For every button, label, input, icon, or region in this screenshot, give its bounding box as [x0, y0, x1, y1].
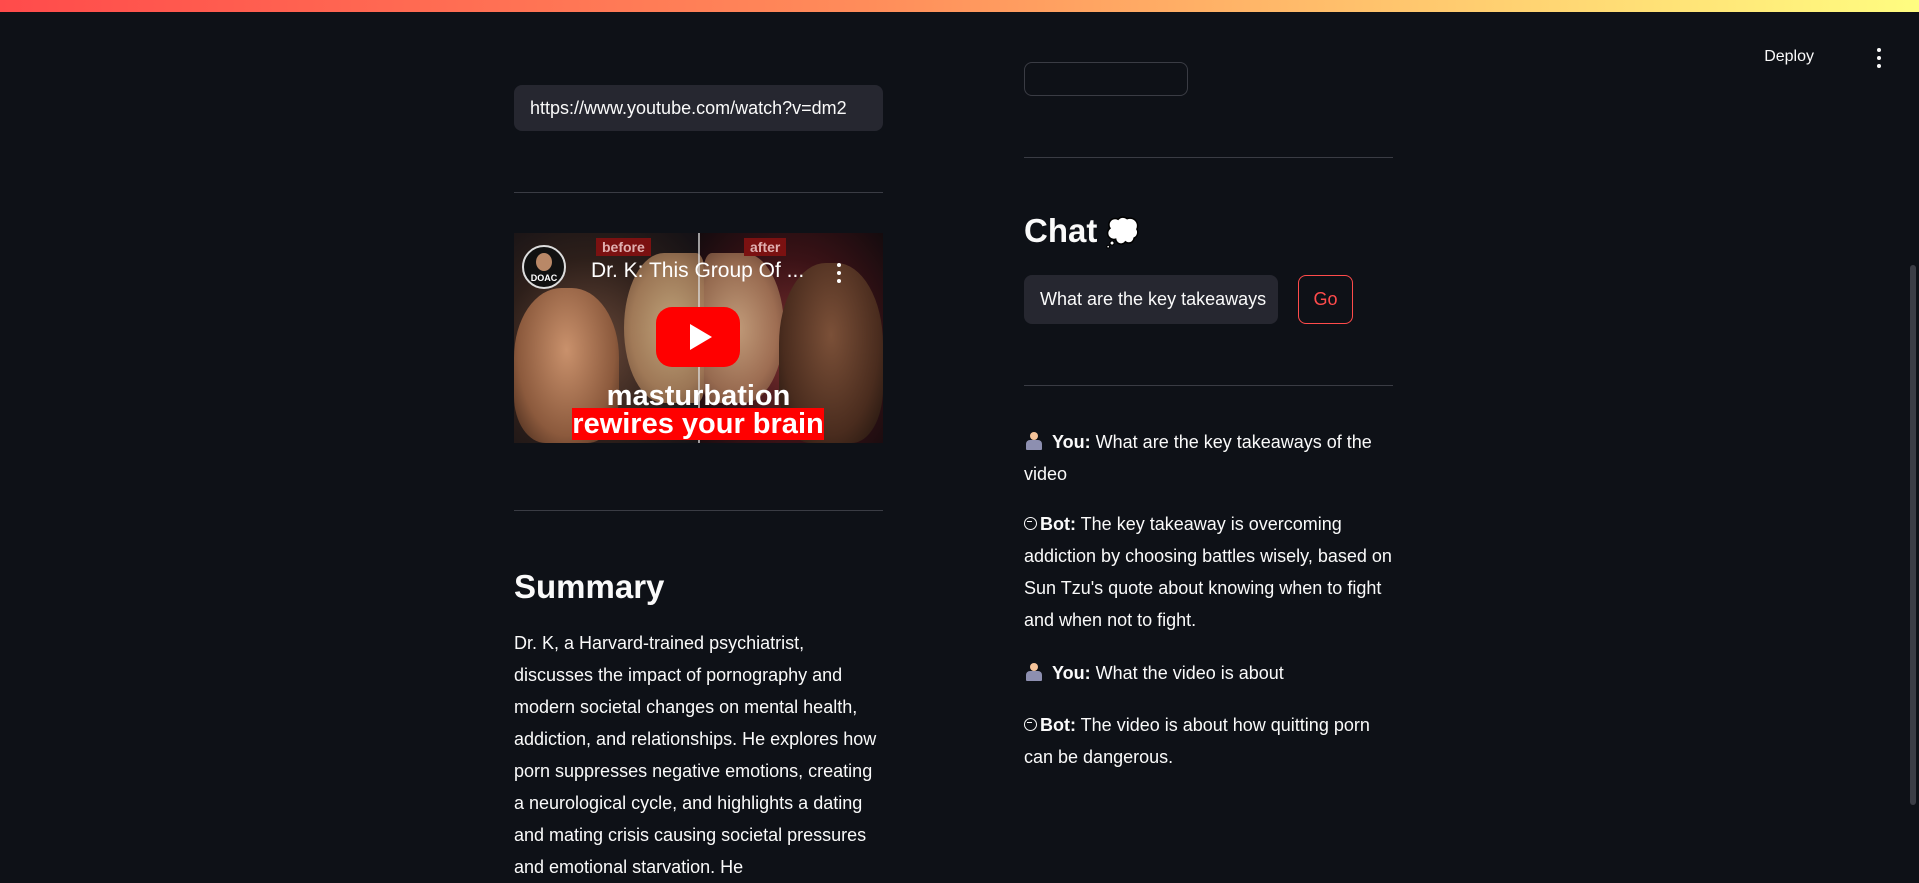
message-text: The key takeaway is overcoming addiction… [1024, 514, 1392, 630]
bot-face-icon [1024, 517, 1037, 530]
chat-title: Chat [1024, 212, 1098, 249]
divider [514, 510, 883, 511]
app-header: Deploy [0, 12, 1919, 82]
user-avatar-icon [1024, 432, 1044, 450]
channel-label: DOAC [530, 273, 558, 283]
chat-heading: Chat 💭 [1024, 212, 1140, 250]
bot-face-icon [1024, 718, 1037, 731]
thumbnail-caption-line2: rewires your brain [572, 408, 824, 440]
youtube-url-input[interactable]: https://www.youtube.com/watch?v=dm2 [514, 85, 883, 131]
play-button-icon[interactable] [656, 307, 740, 367]
speaker-label: Bot: [1040, 514, 1076, 534]
chat-message-user: You: What are the key takeaways of the v… [1024, 426, 1394, 490]
play-triangle-icon [690, 324, 712, 350]
divider [1024, 385, 1393, 386]
youtube-video-embed[interactable]: before after DOAC Dr. K: This Group Of .… [514, 233, 883, 443]
chat-message-bot: Bot: The key takeaway is overcoming addi… [1024, 508, 1394, 636]
message-text: The video is about how quitting porn can… [1024, 715, 1370, 767]
chat-message-bot: Bot: The video is about how quitting por… [1024, 709, 1394, 773]
chat-message-user: You: What the video is about [1024, 657, 1394, 689]
top-accent-bar [0, 0, 1919, 12]
summary-heading: Summary [514, 568, 665, 605]
thought-bubble-icon: 💭 [1105, 217, 1141, 248]
speaker-label: You: [1052, 432, 1091, 452]
kebab-menu-icon[interactable] [1871, 46, 1887, 70]
deploy-button[interactable]: Deploy [1764, 48, 1814, 66]
summary-text: Dr. K, a Harvard-trained psychiatrist, d… [514, 633, 877, 877]
divider [514, 192, 883, 193]
speaker-label: You: [1052, 663, 1091, 683]
video-more-icon[interactable] [834, 261, 844, 285]
video-title[interactable]: Dr. K: This Group Of ... [591, 259, 831, 283]
go-button[interactable]: Go [1298, 275, 1353, 324]
scrollbar-thumb[interactable] [1910, 265, 1916, 805]
divider [1024, 157, 1393, 158]
speaker-label: Bot: [1040, 715, 1076, 735]
tag-before: before [596, 238, 651, 256]
chat-input[interactable]: What are the key takeaways [1024, 275, 1278, 324]
scrollbar[interactable] [1905, 120, 1919, 875]
channel-avatar-face [536, 253, 552, 271]
user-avatar-icon [1024, 663, 1044, 681]
message-text: What the video is about [1095, 663, 1284, 683]
channel-avatar[interactable]: DOAC [522, 245, 566, 289]
partial-button[interactable] [1024, 62, 1188, 96]
tag-after: after [744, 238, 787, 256]
